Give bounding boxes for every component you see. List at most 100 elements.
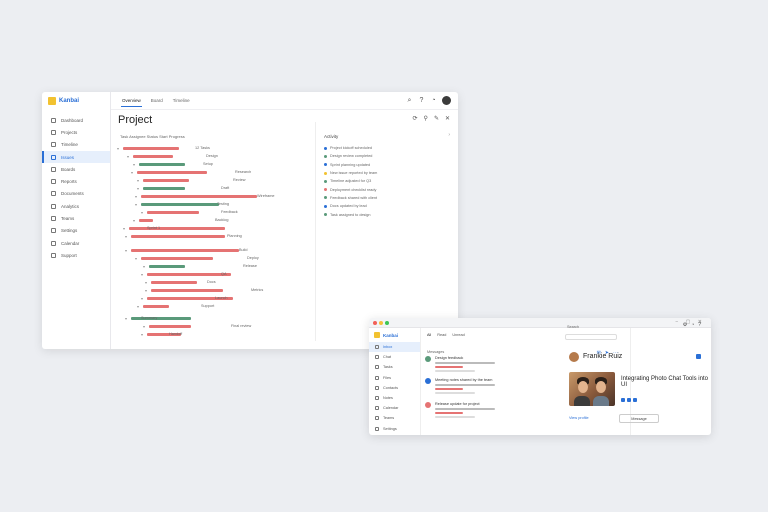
task-row[interactable]: ▾ Build (111, 248, 315, 253)
sidebar-item[interactable]: Chat (369, 352, 420, 362)
app-logo[interactable]: Kanbai (42, 92, 110, 110)
sidebar-item[interactable]: Tasks (369, 362, 420, 372)
activity-item[interactable]: New issue reported by team (324, 169, 377, 177)
tab-all[interactable]: All (427, 333, 431, 337)
activity-item[interactable]: Docs updated by lead (324, 202, 377, 210)
chevron-down-icon[interactable]: ▾ (123, 226, 125, 231)
chevron-down-icon[interactable]: ▾ (143, 264, 145, 269)
filter-icon[interactable]: ⚲ (424, 115, 428, 122)
tab-unread[interactable]: Unread (452, 333, 464, 337)
sidebar-item[interactable]: Teams (42, 212, 110, 224)
sidebar-item[interactable]: Teams (369, 413, 420, 423)
minimize-dot[interactable] (379, 321, 383, 325)
activity-item[interactable]: Project kickoff scheduled (324, 144, 377, 152)
task-row[interactable]: ▾ Metrics (111, 288, 315, 293)
task-row[interactable]: ▾ Research (111, 170, 315, 175)
sidebar-item[interactable]: Contacts (369, 383, 420, 393)
sidebar-item[interactable]: Boards (42, 163, 110, 175)
chevron-down-icon[interactable]: ▾ (143, 324, 145, 329)
user-avatar[interactable] (442, 96, 451, 105)
activity-item[interactable]: Timeline adjusted for Q3 (324, 177, 377, 185)
task-row[interactable]: ▾ Summary (111, 316, 315, 321)
close-icon[interactable]: ✕ (445, 115, 450, 122)
chevron-down-icon[interactable]: ▾ (125, 248, 127, 253)
task-row[interactable]: ▾ Sprint 1 (111, 226, 315, 231)
chevron-down-icon[interactable]: ▾ (135, 202, 137, 207)
chevron-down-icon[interactable]: ▾ (117, 146, 119, 151)
chevron-down-icon[interactable]: ▾ (145, 280, 147, 285)
task-row[interactable]: ▾ Review (111, 178, 315, 183)
profile-link[interactable]: View profile (569, 416, 589, 420)
close-dot[interactable] (373, 321, 377, 325)
sidebar-item[interactable]: Help (369, 434, 420, 435)
task-row[interactable]: ▾ Design (111, 154, 315, 159)
sidebar-item[interactable]: Reports (42, 175, 110, 187)
chevron-down-icon[interactable]: ▾ (137, 304, 139, 309)
task-row[interactable]: ▾ Draft (111, 186, 315, 191)
contact-avatar[interactable] (569, 352, 579, 362)
activity-item[interactable]: Deployment checklist ready (324, 185, 377, 193)
chevron-down-icon[interactable]: ▾ (137, 178, 139, 183)
sidebar-item[interactable]: Support (42, 249, 110, 261)
sidebar-item[interactable]: Dashboard (42, 114, 110, 126)
activity-item[interactable]: Design review completed (324, 152, 377, 160)
message-button[interactable]: Message (619, 414, 659, 423)
chevron-down-icon[interactable]: ▾ (127, 154, 129, 159)
sidebar-item[interactable]: Settings (369, 424, 420, 434)
chevron-down-icon[interactable]: ▾ (135, 194, 137, 199)
chevron-down-icon[interactable]: ▾ (141, 210, 143, 215)
sidebar-item[interactable]: Calendar (369, 403, 420, 413)
settings-icon[interactable]: ⚙ (683, 322, 691, 328)
collapse-icon[interactable]: › (448, 132, 450, 138)
notification-icon[interactable]: ◔ (430, 97, 437, 104)
sidebar-item[interactable]: Files (369, 373, 420, 383)
app-logo-2[interactable]: Kanbai (369, 328, 420, 342)
sidebar-item[interactable]: Timeline (42, 139, 110, 151)
task-row[interactable]: ▾ Release (111, 264, 315, 269)
sidebar-item[interactable]: Analytics (42, 200, 110, 212)
task-row[interactable]: ▾ Launch (111, 296, 315, 301)
chevron-down-icon[interactable]: ▾ (141, 296, 143, 301)
tab-board[interactable]: Board (150, 95, 164, 107)
sidebar-item[interactable]: Settings (42, 225, 110, 237)
search-icon[interactable]: ⌕ (406, 97, 413, 104)
chevron-down-icon[interactable]: ▾ (125, 234, 127, 239)
refresh-icon[interactable]: ⟳ (413, 115, 418, 122)
task-row[interactable]: ▾ Planning (111, 234, 315, 239)
activity-item[interactable]: Feedback shared with client (324, 194, 377, 202)
task-row[interactable]: ▾ Setup (111, 162, 315, 167)
task-row[interactable]: ▾ Support (111, 304, 315, 309)
tab-read[interactable]: Read (437, 333, 446, 337)
chevron-down-icon[interactable]: ▾ (141, 272, 143, 277)
sidebar-item[interactable]: Inbox (369, 342, 420, 353)
sidebar-item[interactable]: Documents (42, 188, 110, 200)
task-row[interactable]: ▾ Deploy (111, 256, 315, 261)
task-row[interactable]: ▾ QA (111, 272, 315, 277)
help-icon[interactable]: ? (418, 97, 425, 104)
sidebar-item[interactable]: Calendar (42, 237, 110, 249)
search-input[interactable] (565, 334, 617, 340)
chevron-down-icon[interactable]: ▾ (135, 256, 137, 261)
task-row[interactable]: ▾ Testing (111, 202, 315, 207)
tab-timeline[interactable]: Timeline (172, 95, 191, 107)
help-icon[interactable]: ? (698, 322, 705, 328)
chevron-down-icon[interactable]: ▾ (133, 162, 135, 167)
task-row[interactable]: ▾ Feedback (111, 210, 315, 215)
tab-overview[interactable]: Overview (121, 95, 142, 107)
chevron-down-icon[interactable]: ▾ (145, 288, 147, 293)
task-row[interactable]: ▾ 12 Tasks (111, 146, 315, 151)
chevron-down-icon[interactable]: ▾ (133, 218, 135, 223)
task-row[interactable]: ▾ Docs (111, 280, 315, 285)
activity-item[interactable]: Task assigned to design (324, 210, 377, 218)
chevron-down-icon[interactable]: ▾ (141, 332, 143, 337)
task-row[interactable]: ▾ Wireframe (111, 194, 315, 199)
chevron-down-icon[interactable]: ▾ (137, 186, 139, 191)
task-row[interactable]: ▾ Handoff (111, 332, 315, 337)
maximize-dot[interactable] (385, 321, 389, 325)
chevron-down-icon[interactable]: ▾ (131, 170, 133, 175)
task-row[interactable]: ▾ Backlog (111, 218, 315, 223)
sidebar-item[interactable]: Notes (369, 393, 420, 403)
chevron-down-icon[interactable]: ▾ (125, 316, 127, 321)
sidebar-item[interactable]: Projects (42, 126, 110, 138)
sidebar-item[interactable]: Issues (42, 150, 110, 164)
